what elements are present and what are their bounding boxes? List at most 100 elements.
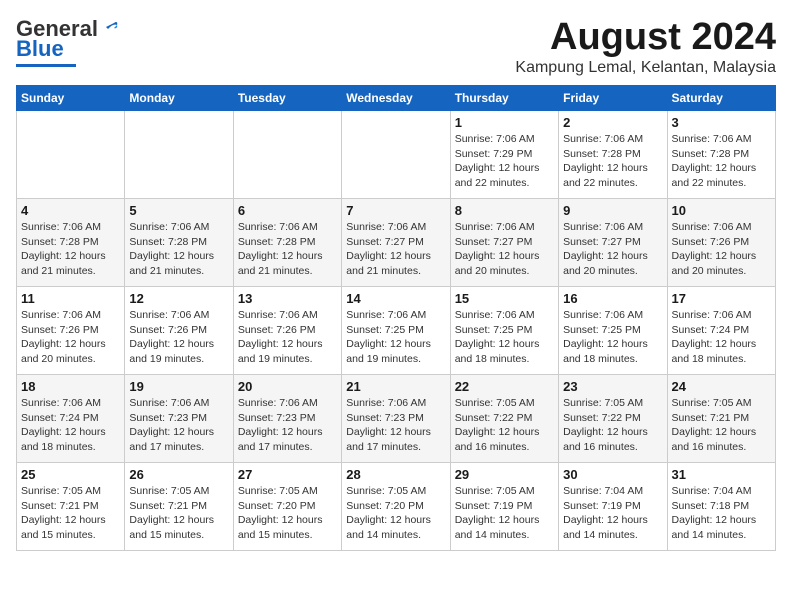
calendar-cell: 31 Sunrise: 7:04 AM Sunset: 7:18 PM Dayli… (667, 463, 775, 551)
day-number: 23 (563, 379, 662, 394)
day-number: 17 (672, 291, 771, 306)
day-detail: Sunrise: 7:06 AM Sunset: 7:27 PM Dayligh… (346, 220, 445, 279)
calendar-cell: 4 Sunrise: 7:06 AM Sunset: 7:28 PM Daylig… (17, 199, 125, 287)
calendar-week-row: 18Sunrise: 7:06 AM Sunset: 7:24 PM Dayli… (17, 375, 776, 463)
page-header: General Blue August 2024 Kampung Lemal, … (16, 16, 776, 77)
day-number: 31 (672, 467, 771, 482)
weekday-header-thursday: Thursday (450, 86, 558, 111)
day-detail: Sunrise: 7:06 AM Sunset: 7:29 PM Dayligh… (455, 132, 554, 191)
calendar-cell: 7 Sunrise: 7:06 AM Sunset: 7:27 PM Daylig… (342, 199, 450, 287)
day-number: 9 (563, 203, 662, 218)
day-detail: Sunrise: 7:05 AM Sunset: 7:20 PM Dayligh… (238, 484, 337, 543)
calendar-cell: 20Sunrise: 7:06 AM Sunset: 7:23 PM Dayli… (233, 375, 341, 463)
calendar-cell: 26 Sunrise: 7:05 AM Sunset: 7:21 PM Dayli… (125, 463, 233, 551)
day-detail: Sunrise: 7:04 AM Sunset: 7:19 PM Dayligh… (563, 484, 662, 543)
calendar-week-row: 11 Sunrise: 7:06 AM Sunset: 7:26 PM Dayli… (17, 287, 776, 375)
day-number: 2 (563, 115, 662, 130)
day-number: 21 (346, 379, 445, 394)
calendar-cell: 3Sunrise: 7:06 AM Sunset: 7:28 PM Daylig… (667, 111, 775, 199)
day-detail: Sunrise: 7:05 AM Sunset: 7:22 PM Dayligh… (563, 396, 662, 455)
day-number: 19 (129, 379, 228, 394)
day-number: 7 (346, 203, 445, 218)
day-number: 22 (455, 379, 554, 394)
day-detail: Sunrise: 7:06 AM Sunset: 7:28 PM Dayligh… (238, 220, 337, 279)
day-number: 5 (129, 203, 228, 218)
logo-blue: Blue (16, 36, 64, 62)
day-number: 27 (238, 467, 337, 482)
weekday-header-friday: Friday (559, 86, 667, 111)
calendar-cell: 8Sunrise: 7:06 AM Sunset: 7:27 PM Daylig… (450, 199, 558, 287)
calendar-cell: 25 Sunrise: 7:05 AM Sunset: 7:21 PM Dayli… (17, 463, 125, 551)
day-detail: Sunrise: 7:06 AM Sunset: 7:25 PM Dayligh… (455, 308, 554, 367)
day-detail: Sunrise: 7:06 AM Sunset: 7:28 PM Dayligh… (563, 132, 662, 191)
weekday-header-sunday: Sunday (17, 86, 125, 111)
calendar-cell: 1 Sunrise: 7:06 AM Sunset: 7:29 PM Daylig… (450, 111, 558, 199)
calendar-cell: 22 Sunrise: 7:05 AM Sunset: 7:22 PM Dayli… (450, 375, 558, 463)
day-number: 14 (346, 291, 445, 306)
day-number: 4 (21, 203, 120, 218)
calendar-table: SundayMondayTuesdayWednesdayThursdayFrid… (16, 85, 776, 551)
calendar-cell: 14 Sunrise: 7:06 AM Sunset: 7:25 PM Dayli… (342, 287, 450, 375)
day-number: 28 (346, 467, 445, 482)
day-detail: Sunrise: 7:06 AM Sunset: 7:26 PM Dayligh… (129, 308, 228, 367)
calendar-cell: 16Sunrise: 7:06 AM Sunset: 7:25 PM Dayli… (559, 287, 667, 375)
calendar-cell: 2 Sunrise: 7:06 AM Sunset: 7:28 PM Daylig… (559, 111, 667, 199)
day-number: 29 (455, 467, 554, 482)
day-detail: Sunrise: 7:06 AM Sunset: 7:23 PM Dayligh… (129, 396, 228, 455)
location-subtitle: Kampung Lemal, Kelantan, Malaysia (515, 59, 776, 77)
day-number: 11 (21, 291, 120, 306)
calendar-cell: 17Sunrise: 7:06 AM Sunset: 7:24 PM Dayli… (667, 287, 775, 375)
day-detail: Sunrise: 7:06 AM Sunset: 7:28 PM Dayligh… (21, 220, 120, 279)
calendar-cell: 24 Sunrise: 7:05 AM Sunset: 7:21 PM Dayli… (667, 375, 775, 463)
day-number: 10 (672, 203, 771, 218)
day-detail: Sunrise: 7:05 AM Sunset: 7:21 PM Dayligh… (21, 484, 120, 543)
day-detail: Sunrise: 7:06 AM Sunset: 7:26 PM Dayligh… (21, 308, 120, 367)
day-number: 1 (455, 115, 554, 130)
day-detail: Sunrise: 7:04 AM Sunset: 7:18 PM Dayligh… (672, 484, 771, 543)
calendar-cell: 27 Sunrise: 7:05 AM Sunset: 7:20 PM Dayli… (233, 463, 341, 551)
calendar-cell: 5Sunrise: 7:06 AM Sunset: 7:28 PM Daylig… (125, 199, 233, 287)
day-detail: Sunrise: 7:05 AM Sunset: 7:21 PM Dayligh… (672, 396, 771, 455)
day-detail: Sunrise: 7:06 AM Sunset: 7:25 PM Dayligh… (346, 308, 445, 367)
day-detail: Sunrise: 7:05 AM Sunset: 7:20 PM Dayligh… (346, 484, 445, 543)
day-number: 30 (563, 467, 662, 482)
calendar-cell: 18Sunrise: 7:06 AM Sunset: 7:24 PM Dayli… (17, 375, 125, 463)
day-detail: Sunrise: 7:06 AM Sunset: 7:24 PM Dayligh… (21, 396, 120, 455)
calendar-cell: 13Sunrise: 7:06 AM Sunset: 7:26 PM Dayli… (233, 287, 341, 375)
calendar-cell: 30 Sunrise: 7:04 AM Sunset: 7:19 PM Dayli… (559, 463, 667, 551)
weekday-header-saturday: Saturday (667, 86, 775, 111)
day-detail: Sunrise: 7:05 AM Sunset: 7:19 PM Dayligh… (455, 484, 554, 543)
day-detail: Sunrise: 7:06 AM Sunset: 7:26 PM Dayligh… (672, 220, 771, 279)
logo-bird-icon (100, 19, 120, 39)
calendar-week-row: 4 Sunrise: 7:06 AM Sunset: 7:28 PM Daylig… (17, 199, 776, 287)
day-number: 24 (672, 379, 771, 394)
logo-underline (16, 64, 76, 67)
day-number: 26 (129, 467, 228, 482)
calendar-week-row: 1 Sunrise: 7:06 AM Sunset: 7:29 PM Daylig… (17, 111, 776, 199)
day-number: 15 (455, 291, 554, 306)
title-area: August 2024 Kampung Lemal, Kelantan, Mal… (515, 16, 776, 77)
weekday-header-wednesday: Wednesday (342, 86, 450, 111)
weekday-header-tuesday: Tuesday (233, 86, 341, 111)
day-number: 3 (672, 115, 771, 130)
calendar-cell: 23 Sunrise: 7:05 AM Sunset: 7:22 PM Dayli… (559, 375, 667, 463)
calendar-cell: 21 Sunrise: 7:06 AM Sunset: 7:23 PM Dayli… (342, 375, 450, 463)
calendar-week-row: 25 Sunrise: 7:05 AM Sunset: 7:21 PM Dayli… (17, 463, 776, 551)
calendar-cell (17, 111, 125, 199)
calendar-cell: 29 Sunrise: 7:05 AM Sunset: 7:19 PM Dayli… (450, 463, 558, 551)
calendar-cell: 10 Sunrise: 7:06 AM Sunset: 7:26 PM Dayli… (667, 199, 775, 287)
day-number: 6 (238, 203, 337, 218)
day-number: 25 (21, 467, 120, 482)
day-number: 20 (238, 379, 337, 394)
day-number: 8 (455, 203, 554, 218)
calendar-cell: 9 Sunrise: 7:06 AM Sunset: 7:27 PM Daylig… (559, 199, 667, 287)
weekday-header-monday: Monday (125, 86, 233, 111)
calendar-cell (125, 111, 233, 199)
day-detail: Sunrise: 7:05 AM Sunset: 7:21 PM Dayligh… (129, 484, 228, 543)
day-detail: Sunrise: 7:05 AM Sunset: 7:22 PM Dayligh… (455, 396, 554, 455)
day-detail: Sunrise: 7:06 AM Sunset: 7:27 PM Dayligh… (563, 220, 662, 279)
calendar-cell: 28 Sunrise: 7:05 AM Sunset: 7:20 PM Dayli… (342, 463, 450, 551)
calendar-cell: 11 Sunrise: 7:06 AM Sunset: 7:26 PM Dayli… (17, 287, 125, 375)
day-detail: Sunrise: 7:06 AM Sunset: 7:23 PM Dayligh… (346, 396, 445, 455)
day-number: 16 (563, 291, 662, 306)
